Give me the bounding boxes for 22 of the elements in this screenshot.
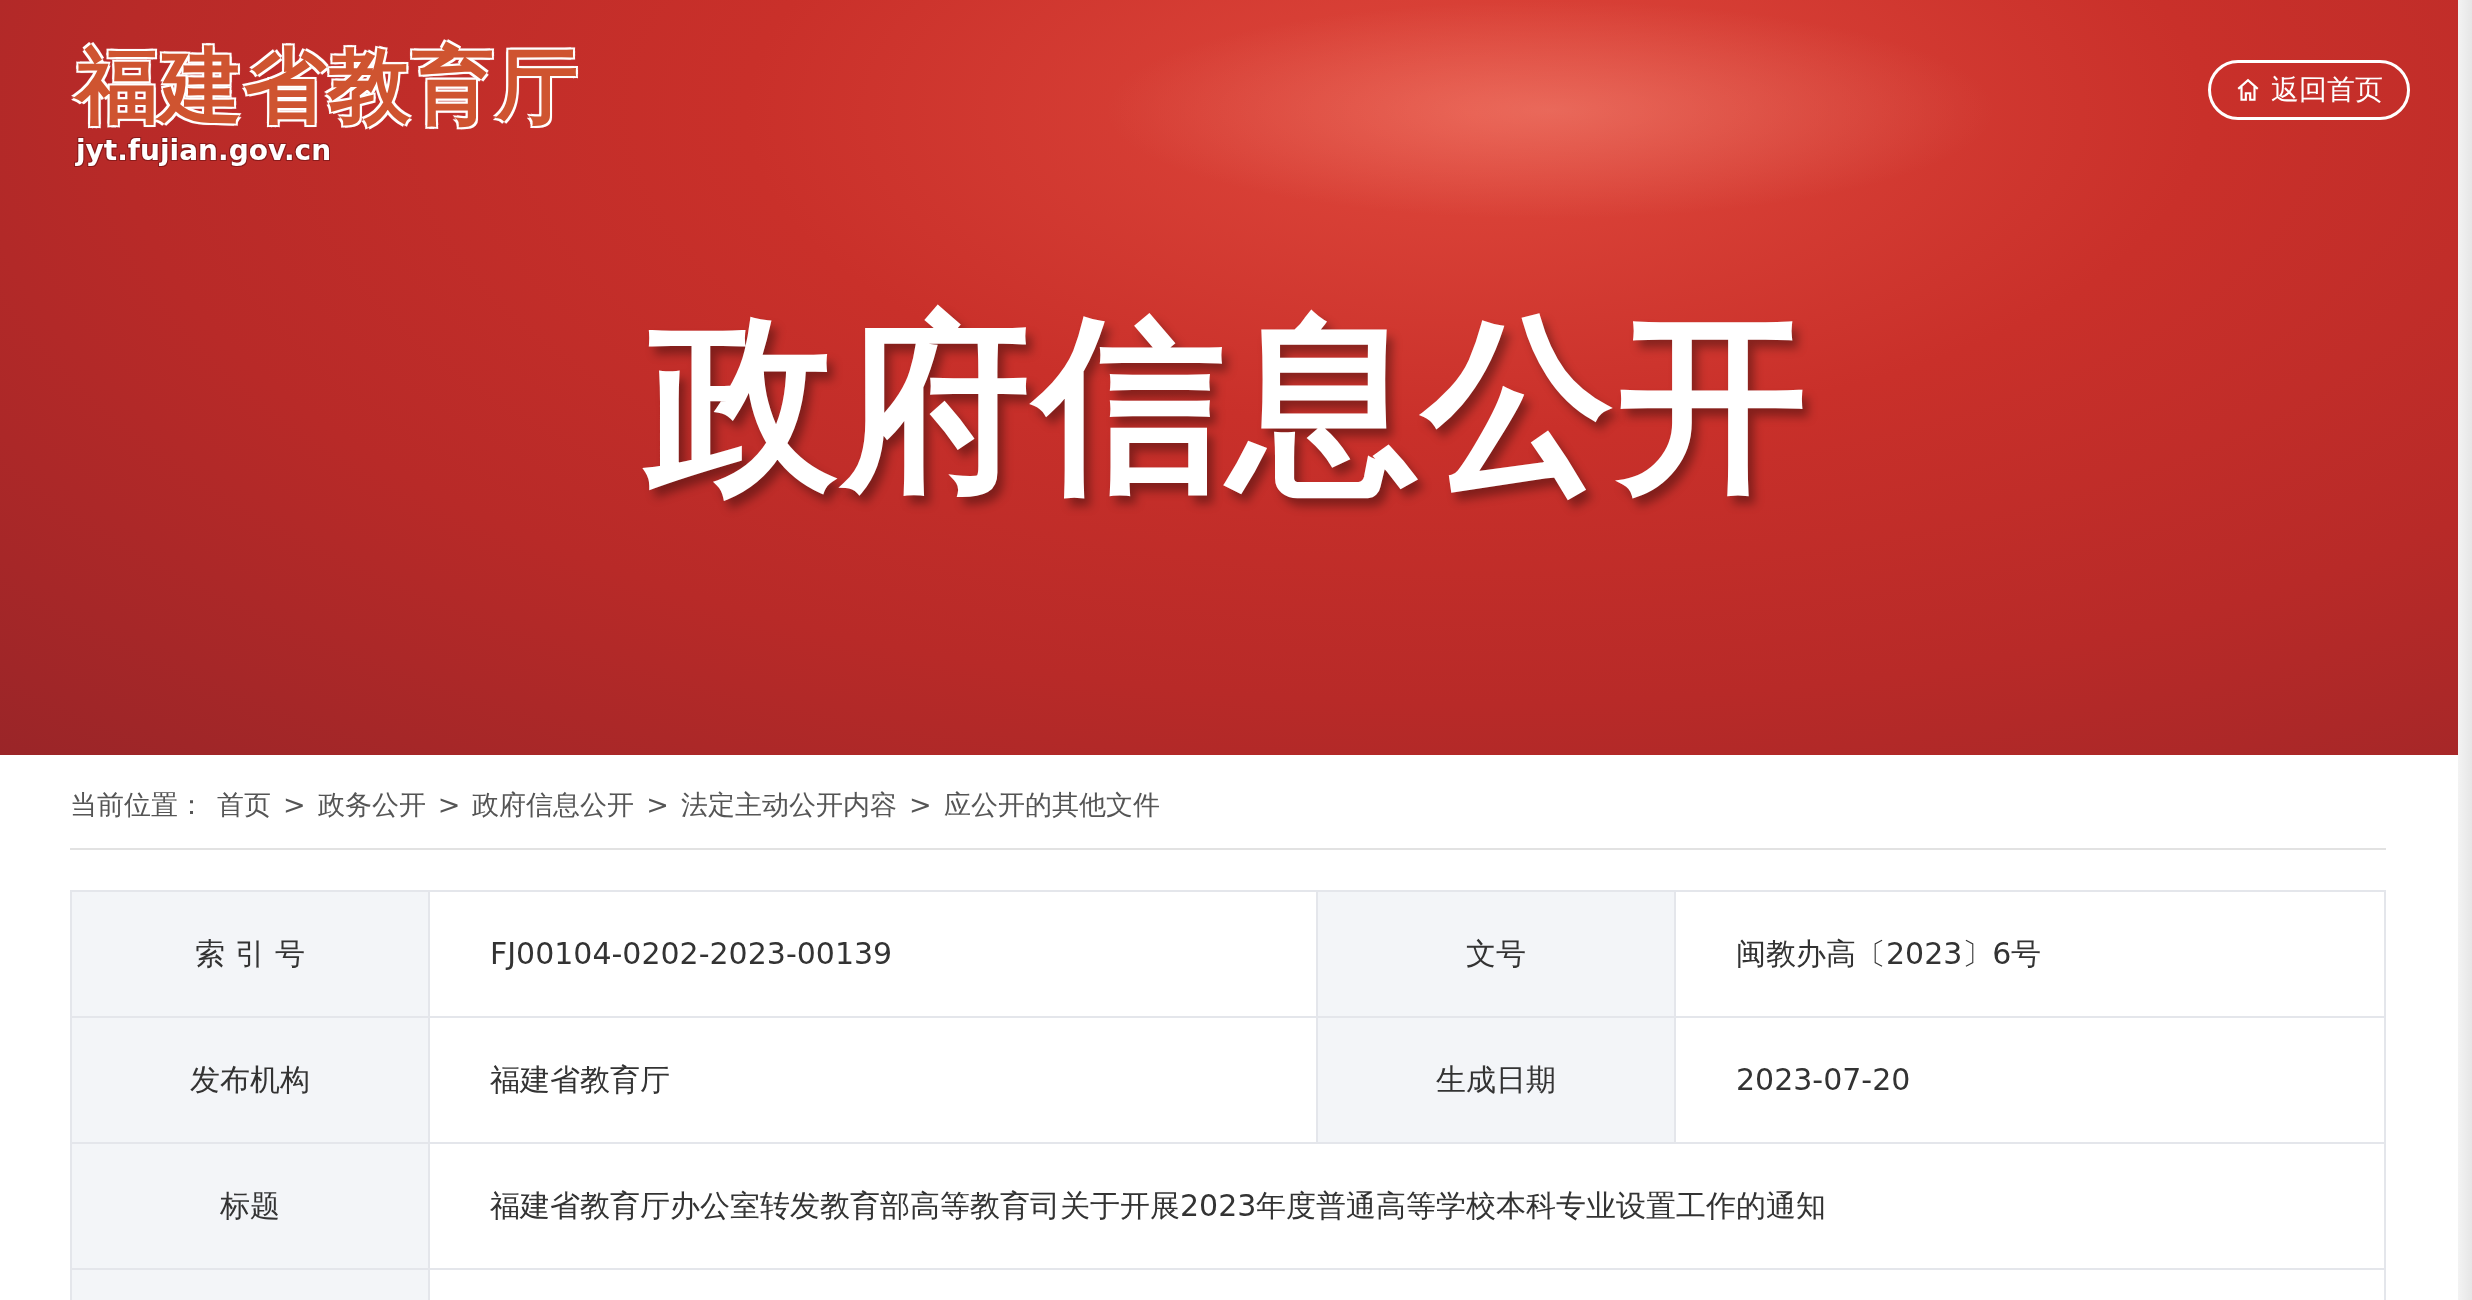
table-value-cell-text: 2023-07-20	[1735, 1061, 1912, 1099]
table-value-cell-text: 闽教办高〔2023〕6号	[1735, 935, 2043, 973]
table-label-cell: 生成日期	[1318, 1017, 1676, 1142]
breadcrumb-separator: >	[646, 788, 669, 822]
breadcrumb-label: 当前位置：	[70, 788, 205, 822]
table-label-cell: 文号	[1318, 891, 1676, 1016]
breadcrumb-separator: >	[437, 788, 461, 822]
banner-title: 政府信息公开	[0, 300, 2458, 509]
breadcrumb-link[interactable]: 应公开的其他文件	[943, 785, 1160, 826]
breadcrumb-link[interactable]: 政务公开	[317, 785, 426, 826]
breadcrumb-link[interactable]: 首页	[217, 785, 271, 826]
logo-domain: jyt.fujian.gov.cn	[76, 133, 332, 170]
table-label-cell: 发布机构	[72, 1017, 430, 1142]
breadcrumb-separator: >	[283, 788, 306, 822]
table-label-cell: 标题	[72, 1143, 430, 1268]
home-button[interactable]: 返回首页	[2208, 60, 2410, 120]
breadcrumb-link[interactable]: 政府信息公开	[472, 785, 635, 826]
home-icon	[2235, 77, 2261, 103]
table-value-cell-text: 福建省教育厅办公室转发教育部高等教育司关于开展2023年度普通高等学校本科专业设置工作的通知	[489, 1187, 1828, 1225]
breadcrumb-separator: >	[908, 788, 932, 822]
breadcrumb-link[interactable]: 法定主动公开内容	[680, 785, 897, 826]
table-label-cell: 索 引 号	[72, 891, 430, 1016]
